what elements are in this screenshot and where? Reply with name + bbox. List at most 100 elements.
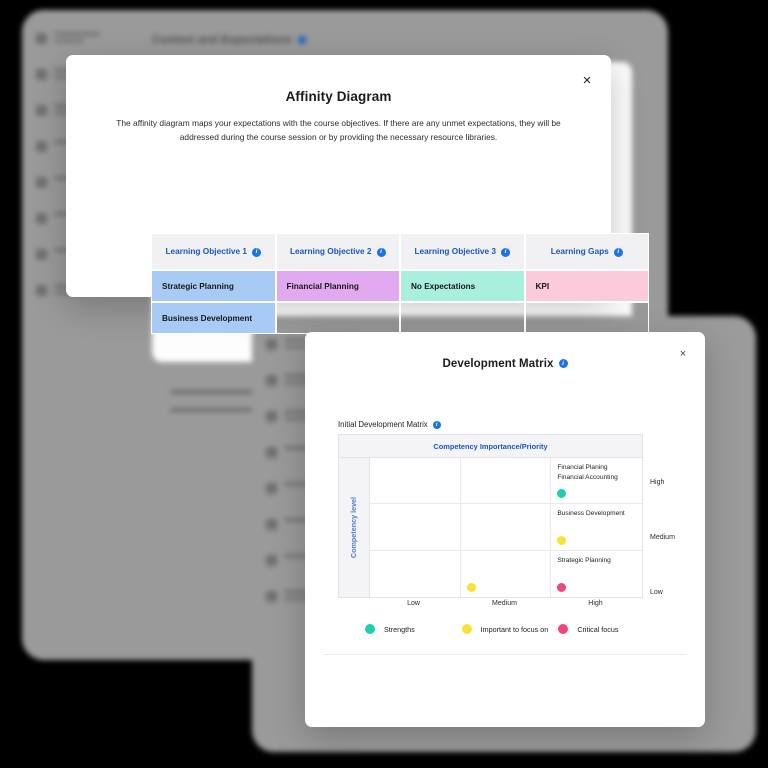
legend-label: Important to focus on	[480, 624, 549, 634]
matrix-legend: Strengths Important to focus on Critical f…	[365, 624, 655, 634]
matrix-dot[interactable]	[466, 582, 476, 592]
affinity-column-header: Learning Objective 3 i	[400, 233, 525, 270]
matrix-cell-label: Financial Planing	[557, 464, 608, 471]
matrix-cell[interactable]	[460, 504, 552, 551]
affinity-table-head: Learning Objective 1 i Learning Objective …	[151, 233, 649, 270]
matrix-cell[interactable]	[370, 504, 461, 551]
affinity-column-header-label: Learning Objective 3	[414, 246, 497, 257]
marketplace-icon	[36, 213, 47, 224]
affinity-dialog-title: Affinity Diagram	[285, 89, 392, 104]
close-icon[interactable]: ×	[577, 70, 597, 90]
matrix-x-axis-title-text: Competency Importance/Priority	[433, 441, 548, 451]
analytics-icon	[266, 483, 277, 494]
background-sidebar-item-label	[54, 32, 100, 43]
table-row: Strategic Planning Financial Planning No E…	[151, 270, 649, 302]
marketplace-icon	[266, 519, 277, 530]
affinity-diagram-dialog: × Affinity Diagram The affinity diagram …	[66, 55, 649, 334]
affinity-cell-empty	[275, 302, 400, 334]
matrix-cell-labels: Financial Planing Financial Accounting	[557, 463, 639, 482]
affinity-header-row: Learning Objective 1 i Learning Objective …	[151, 233, 649, 270]
info-icon[interactable]: i	[252, 247, 262, 257]
affinity-column-header-label: Learning Objective 1	[165, 246, 248, 257]
background-page-title: Context and Expectations	[152, 34, 306, 46]
info-icon	[297, 36, 306, 45]
matrix-column-label: Low	[407, 600, 420, 607]
matrix-cell-label: Financial Accounting	[557, 473, 618, 481]
legend-item: Important to focus on	[461, 624, 559, 634]
affinity-cell[interactable]: KPI	[524, 270, 649, 302]
legend-label: Critical focus	[577, 624, 619, 634]
matrix-dot[interactable]	[557, 535, 567, 545]
screen: Context and Expectations Context and Exp…	[0, 0, 768, 768]
learning-icon	[36, 285, 47, 296]
legend-dot	[558, 624, 569, 634]
matrix-body: Competency level Financial Planing Financ…	[339, 458, 642, 597]
development-matrix-grid: Competency Importance/Priority Competenc…	[338, 434, 643, 598]
matrix-cell-labels: Business Development	[557, 509, 639, 519]
affinity-column-header-label: Learning Gaps	[550, 246, 609, 257]
matrix-subtitle: Initial Development Matrix i	[338, 420, 441, 429]
development-dialog-title: Development Matrix i	[305, 332, 705, 370]
matrix-row-label: Medium	[650, 534, 675, 541]
legend-dot	[461, 624, 472, 634]
info-icon[interactable]: i	[501, 247, 511, 257]
affinity-column-header-label: Learning Objective 2	[289, 246, 372, 257]
matrix-cell-label: Business Development	[557, 510, 625, 518]
affinity-cell-empty	[400, 302, 525, 334]
matrix-row-labels: High Medium Low	[650, 434, 710, 596]
resources-icon	[266, 447, 277, 458]
info-icon[interactable]: i	[613, 247, 623, 257]
matrix-cell[interactable]	[370, 550, 461, 597]
affinity-cell[interactable]: Business Development	[151, 302, 276, 334]
affinity-table-body: Strategic Planning Financial Planning No E…	[151, 270, 649, 334]
profile-icon	[266, 375, 277, 386]
matrix-x-axis-title: Competency Importance/Priority	[339, 435, 642, 458]
matrix-cell[interactable]: Business Development	[551, 504, 642, 551]
reports-icon	[36, 249, 47, 260]
affinity-cell[interactable]: Financial Planning	[275, 270, 400, 302]
matrix-cell-labels: Strategic Planning	[557, 556, 639, 566]
matrix-y-axis-title: Competency level	[339, 458, 370, 597]
affinity-column-header: Learning Objective 1 i	[151, 233, 276, 270]
legend-label: Strengths	[384, 624, 415, 634]
close-icon[interactable]: ×	[673, 344, 693, 364]
resources-icon	[36, 141, 47, 152]
legend-dot	[365, 624, 375, 634]
background-page-title-text: Context and Expectations	[152, 34, 292, 46]
development-matrix-dialog: × Development Matrix i Initial Developmen…	[305, 332, 705, 727]
development-dialog-title-text: Development Matrix	[442, 358, 554, 370]
chart-icon	[266, 411, 277, 422]
analytics-icon	[36, 177, 47, 188]
divider	[323, 654, 687, 655]
info-icon[interactable]: i	[558, 359, 568, 369]
courses-icon	[36, 33, 47, 44]
matrix-row-label: High	[650, 479, 665, 486]
matrix-row-label: Low	[650, 589, 663, 596]
affinity-table: Learning Objective 1 i Learning Objective …	[151, 233, 649, 334]
matrix-cell[interactable]: Strategic Planning	[551, 551, 642, 597]
matrix-cell[interactable]	[460, 458, 552, 505]
info-icon[interactable]: i	[432, 420, 441, 429]
matrix-dot[interactable]	[557, 489, 567, 499]
matrix-cell[interactable]: Financial Planing Financial Accounting	[551, 458, 642, 505]
affinity-dialog-description: The affinity diagram maps your expectati…	[116, 118, 561, 142]
chart-icon	[36, 105, 47, 116]
info-icon[interactable]: i	[376, 247, 386, 257]
affinity-cell[interactable]: No Expectations	[400, 270, 525, 302]
affinity-cell[interactable]: Strategic Planning	[151, 270, 276, 302]
matrix-subtitle-text: Initial Development Matrix	[338, 420, 428, 429]
reports-icon	[266, 555, 277, 566]
matrix-cell[interactable]	[370, 458, 461, 505]
affinity-cell-empty	[524, 302, 649, 334]
matrix-cell-label: Strategic Planning	[557, 556, 611, 564]
matrix-cell[interactable]	[461, 550, 552, 597]
learning-icon	[266, 591, 277, 602]
affinity-column-header: Learning Objective 2 i	[275, 233, 400, 270]
matrix-cells: Financial Planing Financial Accounting Bus…	[370, 458, 642, 597]
legend-item: Strengths	[365, 624, 462, 634]
matrix-column-label: Medium	[492, 600, 517, 607]
background-sidebar-item[interactable]	[36, 32, 124, 50]
affinity-column-header: Learning Gaps i	[524, 233, 649, 270]
matrix-dot[interactable]	[557, 582, 567, 592]
matrix-column-labels: Low Medium High	[368, 600, 641, 607]
